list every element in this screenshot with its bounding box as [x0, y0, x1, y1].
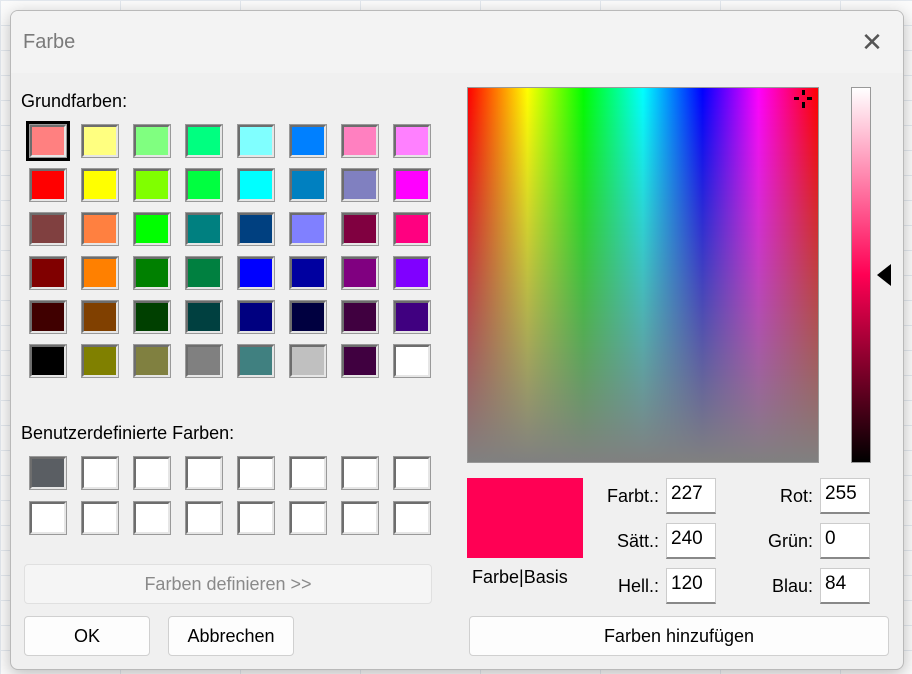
- basic-color-swatch[interactable]: [341, 300, 379, 334]
- basic-color-swatch[interactable]: [237, 344, 275, 378]
- basic-color-swatch[interactable]: [185, 256, 223, 290]
- ok-button[interactable]: OK: [24, 616, 150, 656]
- basic-color-swatch[interactable]: [185, 124, 223, 158]
- basic-color-swatch[interactable]: [341, 212, 379, 246]
- custom-color-swatch[interactable]: [393, 501, 431, 535]
- custom-color-swatch[interactable]: [289, 501, 327, 535]
- dialog-title: Farbe: [23, 31, 76, 53]
- luminance-slider[interactable]: [851, 87, 871, 463]
- custom-color-swatch[interactable]: [29, 501, 67, 535]
- basic-color-swatch[interactable]: [29, 212, 67, 246]
- basic-color-swatch[interactable]: [237, 124, 275, 158]
- basic-color-swatch[interactable]: [81, 256, 119, 290]
- red-label: Rot:: [779, 486, 813, 506]
- blue-input[interactable]: 84: [820, 568, 870, 604]
- basic-color-swatch[interactable]: [393, 168, 431, 202]
- basic-color-swatch[interactable]: [289, 212, 327, 246]
- luminance-arrow-icon[interactable]: [877, 264, 891, 286]
- basic-color-swatch[interactable]: [393, 212, 431, 246]
- basic-color-swatch[interactable]: [393, 344, 431, 378]
- custom-color-swatch[interactable]: [81, 501, 119, 535]
- custom-color-swatch[interactable]: [81, 456, 119, 490]
- basic-color-swatch[interactable]: [185, 168, 223, 202]
- basic-color-swatch[interactable]: [289, 124, 327, 158]
- basic-color-swatch[interactable]: [81, 124, 119, 158]
- basic-color-swatch[interactable]: [341, 168, 379, 202]
- custom-color-swatch[interactable]: [341, 456, 379, 490]
- lum-input[interactable]: 120: [666, 568, 716, 604]
- basic-color-swatch[interactable]: [185, 212, 223, 246]
- basic-color-swatch[interactable]: [289, 256, 327, 290]
- preview-label: Farbe|Basis: [472, 567, 568, 587]
- color-dialog: Farbe ✕ Grundfarben: Benutzerdefinierte …: [10, 10, 904, 670]
- custom-color-swatch[interactable]: [289, 456, 327, 490]
- basic-color-swatch[interactable]: [29, 344, 67, 378]
- basic-color-swatch[interactable]: [133, 256, 171, 290]
- hue-label: Farbt.:: [606, 486, 659, 506]
- cancel-button[interactable]: Abbrechen: [168, 616, 294, 656]
- hue-input[interactable]: 227: [666, 478, 716, 514]
- basic-color-swatch[interactable]: [341, 344, 379, 378]
- basic-color-swatch[interactable]: [185, 344, 223, 378]
- add-custom-color-button[interactable]: Farben hinzufügen: [469, 616, 889, 656]
- basic-color-swatch[interactable]: [133, 344, 171, 378]
- basic-color-swatch[interactable]: [133, 300, 171, 334]
- custom-color-swatch[interactable]: [185, 501, 223, 535]
- basic-color-swatch[interactable]: [289, 344, 327, 378]
- basic-color-swatch[interactable]: [29, 256, 67, 290]
- basic-color-swatch[interactable]: [29, 300, 67, 334]
- basic-colors-label: Grundfarben:: [21, 91, 128, 111]
- define-colors-button[interactable]: Farben definieren >>: [24, 564, 432, 604]
- basic-color-swatch[interactable]: [81, 300, 119, 334]
- close-icon[interactable]: ✕: [855, 25, 889, 59]
- crosshair-icon: [794, 90, 812, 108]
- custom-color-swatch[interactable]: [29, 456, 67, 490]
- basic-color-swatch[interactable]: [289, 168, 327, 202]
- basic-color-swatch[interactable]: [237, 256, 275, 290]
- basic-color-swatch[interactable]: [341, 256, 379, 290]
- basic-color-swatch[interactable]: [237, 212, 275, 246]
- basic-color-swatch[interactable]: [341, 124, 379, 158]
- basic-color-swatch[interactable]: [133, 168, 171, 202]
- custom-colors-label: Benutzerdefinierte Farben:: [21, 423, 235, 443]
- basic-color-swatch[interactable]: [393, 124, 431, 158]
- basic-color-swatch[interactable]: [133, 124, 171, 158]
- sat-label: Sätt.:: [616, 531, 659, 551]
- basic-color-swatch[interactable]: [29, 124, 67, 158]
- basic-color-swatch[interactable]: [185, 300, 223, 334]
- sat-input[interactable]: 240: [666, 523, 716, 559]
- custom-color-swatch[interactable]: [185, 456, 223, 490]
- green-label: Grün:: [767, 531, 813, 551]
- basic-color-swatch[interactable]: [237, 300, 275, 334]
- basic-color-swatch[interactable]: [237, 168, 275, 202]
- custom-color-swatch[interactable]: [133, 456, 171, 490]
- custom-color-swatch[interactable]: [393, 456, 431, 490]
- red-input[interactable]: 255: [820, 478, 870, 514]
- color-preview: [467, 478, 583, 558]
- basic-color-swatch[interactable]: [289, 300, 327, 334]
- basic-color-swatch[interactable]: [393, 256, 431, 290]
- basic-color-swatch[interactable]: [133, 212, 171, 246]
- custom-color-swatch[interactable]: [237, 456, 275, 490]
- custom-color-swatch[interactable]: [341, 501, 379, 535]
- basic-color-swatch[interactable]: [29, 168, 67, 202]
- lum-label: Hell.:: [617, 576, 659, 596]
- custom-color-swatch[interactable]: [237, 501, 275, 535]
- blue-label: Blau:: [771, 576, 813, 596]
- custom-color-swatch[interactable]: [133, 501, 171, 535]
- basic-color-swatch[interactable]: [393, 300, 431, 334]
- basic-color-swatch[interactable]: [81, 344, 119, 378]
- color-spectrum[interactable]: [467, 87, 819, 463]
- basic-color-swatch[interactable]: [81, 168, 119, 202]
- title-bar: Farbe ✕: [11, 11, 903, 73]
- green-input[interactable]: 0: [820, 523, 870, 559]
- basic-color-swatch[interactable]: [81, 212, 119, 246]
